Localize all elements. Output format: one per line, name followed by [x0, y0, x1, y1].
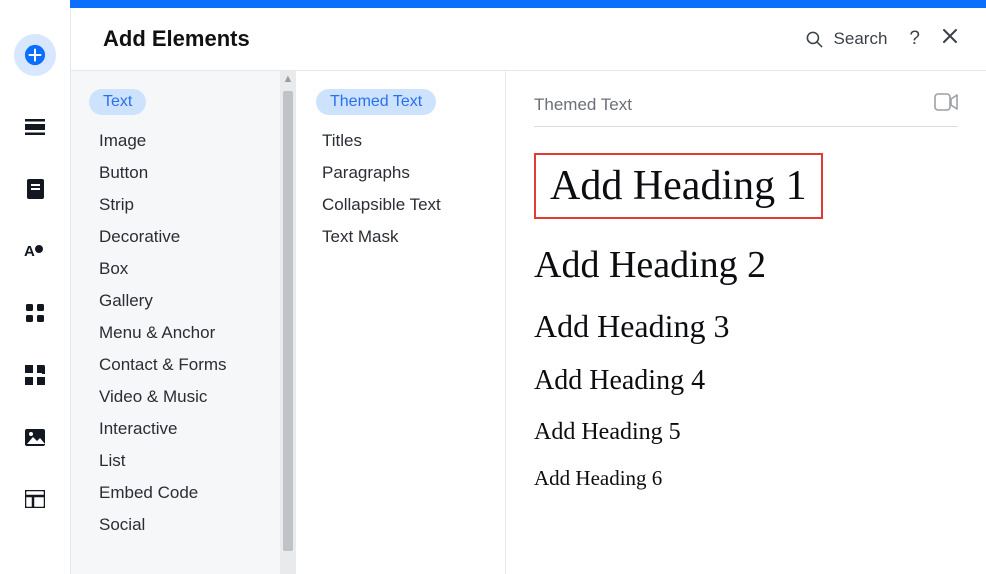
svg-text:A: A	[24, 243, 35, 260]
category-item-text[interactable]: Text	[89, 89, 146, 115]
category-item[interactable]: Box	[89, 253, 296, 285]
search-icon	[805, 30, 824, 49]
preview-column: Themed Text Add Heading 1 Add Heading 2 …	[506, 71, 986, 574]
design-icon[interactable]: A	[24, 240, 46, 262]
top-accent-bar	[70, 0, 986, 8]
close-icon	[942, 28, 958, 44]
category-item[interactable]: Embed Code	[89, 477, 296, 509]
plus-icon	[24, 44, 46, 66]
subcategory-column: Themed Text Titles Paragraphs Collapsibl…	[296, 71, 506, 574]
scrollbar-thumb[interactable]	[283, 91, 293, 551]
search-button[interactable]: Search	[805, 29, 888, 49]
subcategory-item[interactable]: Paragraphs	[316, 157, 485, 189]
category-item[interactable]: Strip	[89, 189, 296, 221]
category-item[interactable]: Video & Music	[89, 381, 296, 413]
category-item[interactable]: Decorative	[89, 221, 296, 253]
subcategory-item[interactable]: Text Mask	[316, 221, 485, 253]
category-item[interactable]: Interactive	[89, 413, 296, 445]
subcategory-item[interactable]: Collapsible Text	[316, 189, 485, 221]
video-icon	[934, 93, 958, 111]
heading-preset-1[interactable]: Add Heading 1	[534, 153, 823, 219]
page-icon[interactable]	[24, 178, 46, 200]
panel-title: Add Elements	[103, 26, 805, 52]
category-column: Text Image Button Strip Decorative Box G…	[71, 71, 296, 574]
panel-header: Add Elements Search ?	[71, 8, 986, 71]
left-rail: A	[0, 8, 70, 574]
heading-preset-2[interactable]: Add Heading 2	[534, 245, 958, 287]
close-button[interactable]	[942, 28, 958, 50]
category-item[interactable]: List	[89, 445, 296, 477]
media-icon[interactable]	[24, 426, 46, 448]
category-item[interactable]: Gallery	[89, 285, 296, 317]
section-icon[interactable]	[24, 116, 46, 138]
layout-icon[interactable]	[24, 488, 46, 510]
plugin-icon[interactable]	[24, 364, 46, 386]
subcategory-item[interactable]: Titles	[316, 125, 485, 157]
help-button[interactable]: ?	[909, 28, 920, 50]
video-tutorial-button[interactable]	[934, 93, 958, 116]
add-button[interactable]	[14, 34, 56, 76]
preview-title: Themed Text	[534, 95, 632, 115]
category-item[interactable]: Social	[89, 509, 296, 541]
heading-preset-3[interactable]: Add Heading 3	[534, 309, 958, 344]
heading-preset-5[interactable]: Add Heading 5	[534, 419, 958, 445]
category-item[interactable]: Image	[89, 125, 296, 157]
search-label: Search	[834, 29, 888, 49]
heading-preset-6[interactable]: Add Heading 6	[534, 467, 958, 490]
heading-preset-4[interactable]: Add Heading 4	[534, 366, 958, 397]
apps-icon[interactable]	[24, 302, 46, 324]
scroll-up-arrow-icon: ▲	[283, 73, 294, 85]
category-item[interactable]: Menu & Anchor	[89, 317, 296, 349]
subcategory-item-themed[interactable]: Themed Text	[316, 89, 436, 115]
category-item[interactable]: Contact & Forms	[89, 349, 296, 381]
scrollbar[interactable]: ▲	[280, 71, 296, 574]
category-item[interactable]: Button	[89, 157, 296, 189]
